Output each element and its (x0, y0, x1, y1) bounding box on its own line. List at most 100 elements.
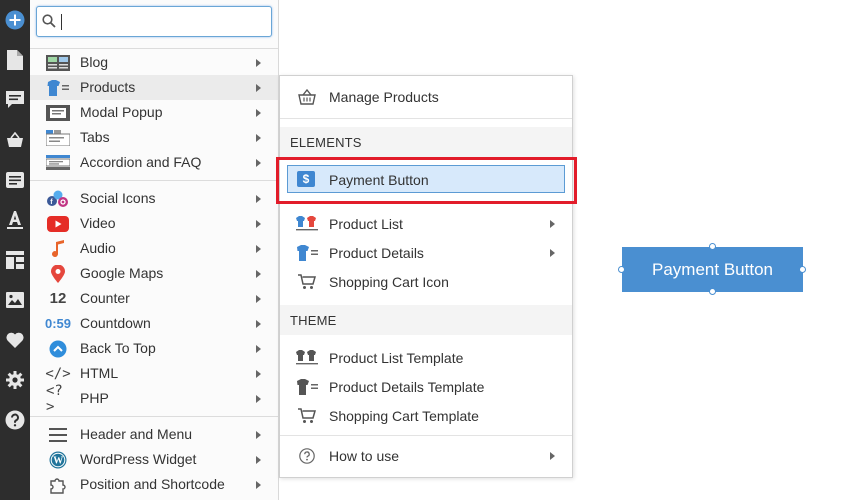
social-icons-icon: f (46, 189, 70, 208)
menu-item-social-icons[interactable]: f Social Icons (30, 186, 278, 211)
products-icon (46, 78, 70, 97)
divider (30, 416, 278, 417)
chevron-right-icon (256, 245, 261, 253)
divider (30, 48, 278, 49)
menu-item-label: Counter (80, 290, 130, 306)
add-element-menu: Blog Products Modal Popup Tabs Accordion… (30, 0, 279, 500)
submenu-item-shopping-cart-icon[interactable]: Shopping Cart Icon (280, 267, 572, 296)
search-icon (42, 14, 56, 33)
resize-handle-bottom[interactable] (709, 288, 716, 295)
tabs-icon (46, 128, 70, 147)
chevron-right-icon (256, 270, 261, 278)
search-input[interactable] (59, 11, 264, 31)
page-icon[interactable] (3, 48, 27, 72)
menu-item-php[interactable]: <?> PHP (30, 383, 278, 415)
menu-item-label: Google Maps (80, 265, 164, 281)
section-heading: ELEMENTS (290, 135, 362, 150)
submenu-item-label: Product List Template (329, 350, 464, 366)
product-details-icon (296, 244, 318, 262)
comment-icon[interactable] (3, 88, 27, 112)
chevron-right-icon (256, 481, 261, 489)
shop-basket-icon[interactable] (3, 128, 27, 152)
shop-basket-icon (296, 88, 318, 106)
chevron-right-icon (256, 431, 261, 439)
section-heading: THEME (290, 313, 337, 328)
menu-item-label: Modal Popup (80, 104, 163, 120)
menu-item-label: Social Icons (80, 190, 156, 206)
menu-item-products[interactable]: Products (30, 75, 278, 100)
menu-item-audio[interactable]: Audio (30, 236, 278, 261)
menu-item-label: Tabs (80, 129, 110, 145)
text-block-icon[interactable] (3, 168, 27, 192)
chevron-right-icon (256, 159, 261, 167)
menu-item-modal-popup[interactable]: Modal Popup (30, 100, 278, 125)
chevron-right-icon (256, 456, 261, 464)
add-element-icon[interactable] (3, 8, 27, 32)
product-list-template-icon (296, 349, 318, 367)
wordpress-icon: W (46, 450, 70, 469)
audio-icon (46, 239, 70, 258)
menu-item-tabs[interactable]: Tabs (30, 125, 278, 150)
menu-item-back-to-top[interactable]: Back To Top (30, 336, 278, 361)
submenu-item-product-details-template[interactable]: Product Details Template (280, 372, 572, 401)
canvas-payment-button[interactable]: Payment Button (622, 247, 803, 292)
modal-popup-icon (46, 103, 70, 122)
theme-heading: THEME (280, 305, 572, 335)
search-box[interactable] (36, 6, 272, 37)
menu-item-video[interactable]: Video (30, 211, 278, 236)
submenu-item-label: Manage Products (329, 89, 439, 105)
menu-item-label: HTML (80, 365, 119, 381)
resize-handle-left[interactable] (618, 266, 625, 273)
text-cursor (61, 14, 62, 30)
resize-handle-right[interactable] (799, 266, 806, 273)
products-submenu: Manage Products ELEMENTS Product List Pr… (279, 75, 573, 478)
chevron-right-icon (256, 395, 261, 403)
submenu-item-label: Shopping Cart Icon (329, 274, 449, 290)
shopping-cart-icon (296, 407, 318, 425)
submenu-item-product-list[interactable]: Product List (280, 209, 572, 238)
product-details-template-icon (296, 378, 318, 396)
menu-item-blog[interactable]: Blog (30, 50, 278, 75)
chevron-right-icon (550, 249, 555, 257)
menu-item-position-and-shortcode[interactable]: Position and Shortcode (30, 472, 278, 497)
chevron-right-icon (256, 195, 261, 203)
menu-item-label: Back To Top (80, 340, 156, 356)
svg-text:W: W (53, 455, 63, 466)
menu-item-google-maps[interactable]: Google Maps (30, 261, 278, 286)
submenu-item-manage-products[interactable]: Manage Products (280, 82, 572, 111)
submenu-item-shopping-cart-template[interactable]: Shopping Cart Template (280, 401, 572, 430)
chevron-right-icon (550, 452, 555, 460)
menu-item-wordpress-widget[interactable]: W WordPress Widget (30, 447, 278, 472)
gear-icon[interactable] (3, 368, 27, 392)
chevron-right-icon (256, 109, 261, 117)
menu-item-label: Header and Menu (80, 426, 193, 442)
heart-icon[interactable] (3, 328, 27, 352)
menu-item-label: Audio (80, 240, 116, 256)
submenu-item-product-details[interactable]: Product Details (280, 238, 572, 267)
puzzle-icon (46, 475, 70, 494)
help-circle-icon (296, 447, 318, 465)
menu-item-label: PHP (80, 390, 109, 406)
menu-item-counter[interactable]: 12 Counter (30, 286, 278, 311)
divider (280, 118, 572, 119)
layout-icon[interactable] (3, 248, 27, 272)
menu-item-label: Countdown (80, 315, 151, 331)
submenu-item-label: Product Details (329, 245, 424, 261)
chevron-right-icon (256, 84, 261, 92)
video-icon (46, 214, 70, 233)
menu-item-accordion[interactable]: Accordion and FAQ (30, 150, 278, 175)
typography-icon[interactable] (3, 208, 27, 232)
submenu-item-label: How to use (329, 448, 400, 464)
image-icon[interactable] (3, 288, 27, 312)
hamburger-icon (46, 425, 70, 444)
menu-item-header-and-menu[interactable]: Header and Menu (30, 422, 278, 447)
menu-item-countdown[interactable]: 0:59 Countdown (30, 311, 278, 336)
submenu-item-how-to-use[interactable]: How to use (280, 441, 572, 470)
resize-handle-top[interactable] (709, 243, 716, 250)
help-icon[interactable] (3, 408, 27, 432)
chevron-right-icon (256, 345, 261, 353)
submenu-item-label: Product List (329, 216, 403, 232)
submenu-item-label: Product Details Template (329, 379, 485, 395)
chevron-right-icon (256, 295, 261, 303)
submenu-item-product-list-template[interactable]: Product List Template (280, 343, 572, 372)
